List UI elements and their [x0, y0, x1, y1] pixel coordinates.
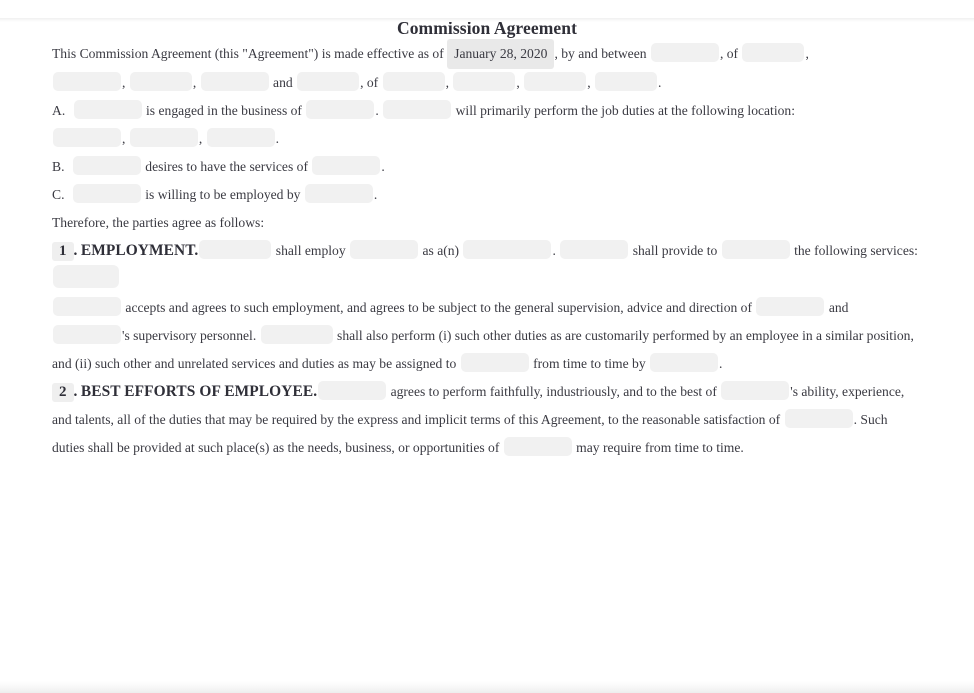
- section-2-satisfier-field[interactable]: [784, 409, 853, 428]
- section-1-text-1: shall employ: [275, 243, 346, 258]
- recital-c-employee-field[interactable]: [72, 184, 141, 203]
- section-1-text-4: shall provide to: [632, 243, 718, 258]
- party-one-zip-field[interactable]: [200, 72, 269, 91]
- section-1-services-block: [52, 265, 922, 294]
- section-1-text-3: .: [552, 243, 556, 258]
- section-1-body: accepts and agrees to such employment, a…: [52, 294, 922, 378]
- section-1-text-2: as a(n): [422, 243, 460, 258]
- section-1-acceptor-field[interactable]: [53, 297, 121, 316]
- recital-c: C. is willing to be employed by .: [52, 181, 922, 209]
- intro-text-8: , of: [360, 75, 379, 90]
- section-1-dot: .: [73, 242, 78, 259]
- section-1-supervisor-possessive-field[interactable]: [53, 325, 121, 344]
- intro-text-10: ,: [516, 75, 520, 90]
- recital-a-business-field[interactable]: [306, 100, 375, 119]
- section-2: 2. BEST EFFORTS OF EMPLOYEE. agrees to p…: [52, 378, 922, 462]
- recital-a-text-2: .: [375, 103, 379, 118]
- recital-a-employer-field[interactable]: [73, 100, 142, 119]
- party-two-name-field[interactable]: [297, 72, 360, 91]
- recital-a-text-3: will primarily perform the job duties at…: [455, 103, 795, 118]
- recital-a: A. is engaged in the business of . will …: [52, 97, 922, 153]
- recital-a-text-4: ,: [122, 131, 126, 146]
- document-body: This Commission Agreement (this "Agreeme…: [0, 39, 974, 462]
- recital-a-location-city-field[interactable]: [53, 128, 121, 147]
- section-1-supervisor-field[interactable]: [756, 297, 825, 316]
- section-1-text-11: .: [719, 356, 723, 371]
- section-1-heading: EMPLOYMENT.: [80, 242, 199, 259]
- recital-a-text-6: .: [275, 131, 280, 146]
- document-page: Commission Agreement This Commission Agr…: [0, 18, 974, 693]
- therefore-line: Therefore, the parties agree as follows:: [52, 215, 265, 230]
- section-1-performer-field[interactable]: [260, 325, 333, 344]
- section-1-number: 1: [52, 242, 74, 262]
- effective-date-field[interactable]: January 28, 2020: [447, 39, 555, 69]
- section-2-employee-possessive-field[interactable]: [721, 381, 790, 400]
- section-1-text-5: the following services:: [794, 243, 918, 258]
- recital-a-text-5: ,: [198, 131, 203, 146]
- intro-text-4: ,: [805, 46, 809, 61]
- party-one-name-field[interactable]: [650, 43, 719, 62]
- recital-c-letter: C.: [52, 187, 65, 202]
- section-2-opportunities-field[interactable]: [503, 437, 572, 456]
- section-1-services-field[interactable]: [53, 265, 119, 288]
- section-1-employee-field[interactable]: [350, 240, 419, 259]
- recital-b-text-2: .: [381, 159, 385, 174]
- intro-paragraph: This Commission Agreement (this "Agreeme…: [52, 39, 922, 97]
- intro-text-2: , by and between: [554, 46, 647, 61]
- section-1: 1. EMPLOYMENT. shall employ as a(n) . sh…: [52, 237, 922, 265]
- section-1-text-7: and: [828, 300, 849, 315]
- recital-a-employee-field[interactable]: [383, 100, 452, 119]
- section-2-text-1: agrees to perform faithfully, industriou…: [390, 384, 717, 399]
- page-bottom-edge: [0, 681, 974, 693]
- intro-text-9: ,: [445, 75, 450, 90]
- section-2-heading: BEST EFFORTS OF EMPLOYEE.: [80, 383, 318, 400]
- recital-a-location-zip-field[interactable]: [206, 128, 275, 147]
- section-1-employer-field[interactable]: [199, 240, 272, 259]
- party-one-address-field[interactable]: [742, 43, 805, 62]
- recital-a-location-state-field[interactable]: [129, 128, 198, 147]
- intro-text-5: ,: [122, 75, 126, 90]
- recital-c-text-1: is willing to be employed by: [145, 187, 301, 202]
- section-2-text-4: may require from time to time.: [576, 440, 744, 455]
- section-1-position-field[interactable]: [463, 240, 552, 259]
- recital-c-employer-field[interactable]: [304, 184, 373, 203]
- recital-a-text-1: is engaged in the business of: [146, 103, 302, 118]
- intro-text-11: ,: [587, 75, 591, 90]
- party-one-city-field[interactable]: [53, 72, 121, 91]
- intro-text-6: ,: [192, 75, 197, 90]
- section-2-dot: .: [73, 383, 78, 400]
- section-1-text-10: from time to time by: [533, 356, 646, 371]
- recital-b-employer-field[interactable]: [72, 156, 141, 175]
- party-two-address-field[interactable]: [382, 72, 445, 91]
- recital-b: B. desires to have the services of .: [52, 153, 922, 181]
- section-1-assignor-field[interactable]: [650, 353, 719, 372]
- section-1-text-6: accepts and agrees to such employment, a…: [125, 300, 753, 315]
- party-one-state-field[interactable]: [129, 72, 192, 91]
- intro-text-1: This Commission Agreement (this "Agreeme…: [52, 46, 444, 61]
- recital-b-employee-field[interactable]: [312, 156, 381, 175]
- section-1-provider-field[interactable]: [560, 240, 629, 259]
- section-2-employee-field[interactable]: [318, 381, 387, 400]
- party-two-city-field[interactable]: [453, 72, 516, 91]
- recital-a-letter: A.: [52, 103, 66, 118]
- section-1-text-8: 's supervisory personnel.: [122, 328, 257, 343]
- intro-text-12: .: [658, 75, 662, 90]
- recital-b-text-1: desires to have the services of: [145, 159, 308, 174]
- section-1-recipient-field[interactable]: [721, 240, 790, 259]
- recital-b-letter: B.: [52, 159, 65, 174]
- intro-text-3: , of: [719, 46, 739, 61]
- section-2-number: 2: [52, 383, 74, 403]
- page-top-edge: [0, 18, 974, 22]
- party-two-state-field[interactable]: [524, 72, 587, 91]
- recital-c-text-2: .: [373, 187, 378, 202]
- party-two-zip-field[interactable]: [595, 72, 658, 91]
- intro-text-7: and: [273, 75, 293, 90]
- section-1-assignee-field[interactable]: [460, 353, 529, 372]
